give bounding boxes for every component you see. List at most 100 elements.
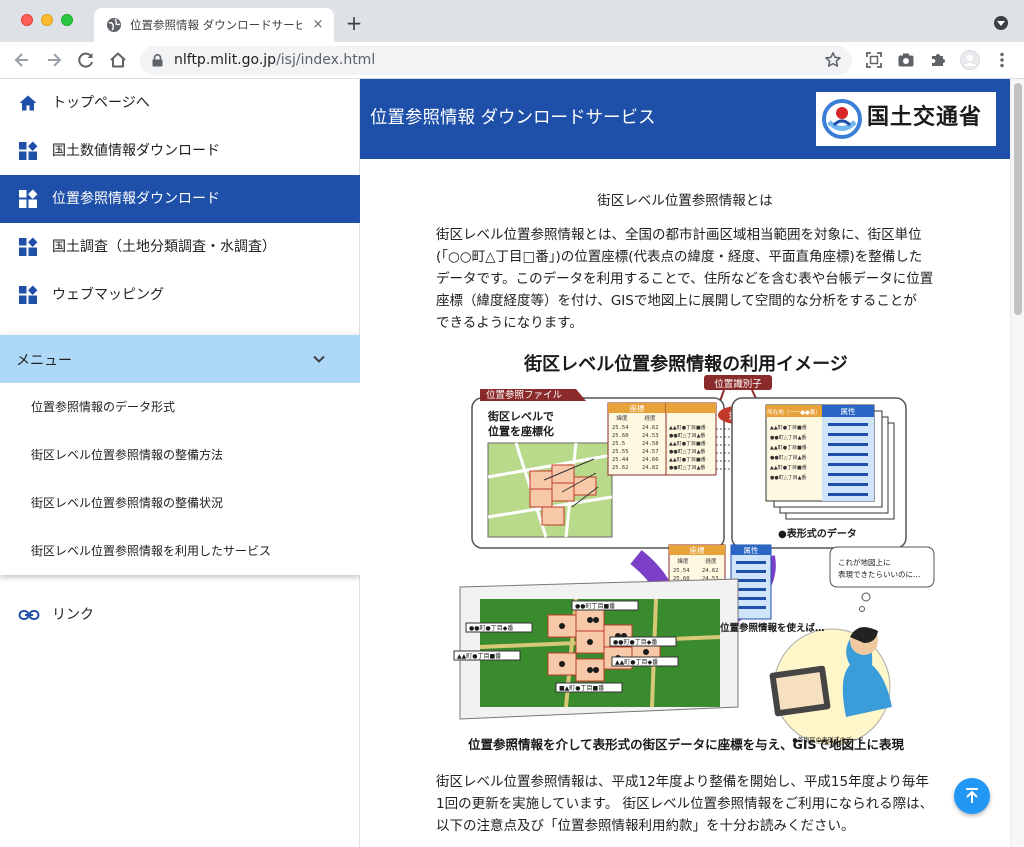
svg-text:●●町△丁目▲番: ●●町△丁目▲番 — [669, 432, 705, 439]
chevron-down-icon — [313, 355, 325, 363]
globe-icon — [107, 18, 121, 32]
svg-text:▲▲町●丁目■番: ▲▲町●丁目■番 — [669, 440, 706, 447]
dashboard-icon — [19, 237, 38, 256]
arrow-up-to-top-icon — [966, 788, 978, 803]
kebab-menu-icon[interactable] — [992, 50, 1012, 70]
menu-panel: メニュー 位置参照情報のデータ形式 街区レベル位置参照情報の整備方法 街区レベル… — [0, 335, 360, 575]
profile-avatar-icon[interactable] — [960, 50, 980, 70]
update-paragraph: 街区レベル位置参照情報は、平成12年度より整備を開始し、平成15年度より毎年1回… — [436, 774, 934, 834]
browser-toolbar: nlftp.mlit.go.jp/isj/index.html — [0, 42, 1024, 79]
svg-text:24.82: 24.82 — [642, 465, 659, 471]
mlit-logo[interactable]: 国土交通省 — [816, 92, 996, 146]
menu-toggle[interactable]: メニュー — [0, 335, 360, 383]
link-icon — [18, 610, 40, 620]
figure-caption: 位置参照情報を介して表形式の街区データに座標を与え、GISで地図上に表現 — [468, 737, 905, 752]
url-host: nlftp.mlit.go.jp — [174, 52, 277, 68]
map-label: ▲▲町●丁目◆番 — [615, 659, 658, 666]
browser-tab[interactable]: 位置参照情報 ダウンロードサービス × — [94, 8, 334, 42]
page-header: 位置参照情報 ダウンロードサービス 国土交通省 — [360, 79, 1010, 159]
sidebar-item-label: トップページへ — [52, 95, 150, 111]
scrollbar-thumb[interactable] — [1014, 83, 1022, 315]
menu-item-services[interactable]: 街区レベル位置参照情報を利用したサービス — [0, 527, 360, 575]
map-label: ●●町●丁目◆番 — [613, 639, 657, 646]
dashboard-icon — [19, 285, 38, 304]
sidebar-item-web-mapping[interactable]: ウェブマッピング — [0, 271, 360, 319]
page-title: 位置参照情報 ダウンロードサービス — [370, 108, 656, 128]
menu-item-maintenance-status[interactable]: 街区レベル位置参照情報の整備状況 — [0, 479, 360, 527]
intro-paragraph: 街区レベル位置参照情報とは、全国の都市計画区域相当範囲を対象に、街区単位(「○○… — [436, 227, 934, 331]
main-content: 位置参照情報 ダウンロードサービス 国土交通省 街区レベル位置参照情報とは 街区… — [360, 79, 1010, 847]
address-bar[interactable]: nlftp.mlit.go.jp/isj/index.html — [140, 46, 852, 75]
identifier-label: 位置識別子 — [714, 378, 762, 390]
bookmark-star-icon[interactable] — [824, 51, 842, 69]
svg-text:●●町△丁目▲番: ●●町△丁目▲番 — [770, 434, 806, 441]
window-close-button[interactable] — [21, 14, 33, 26]
svg-text:▲▲町●丁目■番: ▲▲町●丁目■番 — [770, 424, 807, 431]
svg-text:24.53: 24.53 — [642, 433, 659, 439]
figure-title: 街区レベル位置参照情報の利用イメージ — [523, 353, 848, 375]
coord-header: 座標 — [630, 403, 645, 413]
col-lat: 緯度 — [616, 414, 628, 422]
screen-capture-icon[interactable] — [864, 50, 884, 70]
svg-text:25.55: 25.55 — [612, 449, 629, 455]
logo-text: 国土交通省 — [867, 105, 983, 130]
scroll-to-top-button[interactable] — [954, 778, 990, 814]
home-icon[interactable] — [108, 50, 128, 70]
svg-text:24.66: 24.66 — [642, 457, 659, 463]
sidebar-item-position-reference[interactable]: 位置参照情報ダウンロード — [0, 175, 360, 223]
sidebar: トップページへ 国土数値情報ダウンロード 位置参照情報ダウンロード 国土調査（土… — [0, 79, 360, 847]
svg-text:25.54: 25.54 — [673, 568, 690, 574]
extensions-puzzle-icon[interactable] — [928, 50, 948, 70]
lock-icon[interactable] — [152, 54, 163, 67]
forward-arrow-icon[interactable] — [44, 50, 64, 70]
use-label: 位置参照情報を使えば… — [720, 622, 825, 634]
sidebar-item-national-land-data[interactable]: 国土数値情報ダウンロード — [0, 127, 360, 175]
tab-close-icon[interactable]: × — [310, 17, 326, 33]
svg-text:●●町△丁目▲番: ●●町△丁目▲番 — [770, 454, 806, 461]
dashboard-icon — [19, 189, 38, 208]
page-scrollbar[interactable] — [1010, 79, 1024, 847]
section-title: 街区レベル位置参照情報とは — [597, 193, 773, 209]
thought-line2: 表現できたらいいのに… — [838, 569, 921, 579]
svg-text:▲▲町●丁目■番: ▲▲町●丁目■番 — [770, 464, 807, 471]
file-desc-line2: 位置を座標化 — [488, 424, 554, 438]
map-label: ●●町丁目■番 — [575, 603, 615, 610]
menu-item-data-format[interactable]: 位置参照情報のデータ形式 — [0, 383, 360, 431]
map-label: ●●町●丁目◆番 — [469, 625, 513, 632]
url-text[interactable]: nlftp.mlit.go.jp/isj/index.html — [174, 52, 375, 69]
center-attr-header: 属性 — [744, 545, 759, 555]
reload-icon[interactable] — [76, 50, 96, 70]
svg-text:●●町△丁目▲番: ●●町△丁目▲番 — [669, 464, 705, 471]
sidebar-item-links[interactable]: リンク — [0, 591, 360, 639]
sidebar-item-label: 国土数値情報ダウンロード — [52, 143, 220, 159]
new-tab-button[interactable]: + — [344, 13, 364, 33]
tab-title: 位置参照情報 ダウンロードサービス — [130, 18, 302, 32]
svg-text:24.62: 24.62 — [702, 568, 719, 574]
window-zoom-button[interactable] — [61, 14, 73, 26]
sidebar-item-land-survey[interactable]: 国土調査（土地分類調査・水調査） — [0, 223, 360, 271]
sidebar-item-label: 位置参照情報ダウンロード — [52, 191, 220, 207]
thought-line1: これが地図上に — [838, 557, 891, 567]
menu-item-label: 位置参照情報のデータ形式 — [31, 400, 176, 414]
file-desc-line1: 街区レベルで — [487, 409, 554, 423]
sidebar-item-top-page[interactable]: トップページへ — [0, 79, 360, 127]
window-minimize-button[interactable] — [41, 14, 53, 26]
usage-image-figure: 街区レベル位置参照情報の利用イメージ 位置識別子 位置参照ファイル 街区レベルで… — [453, 353, 935, 752]
sidebar-item-label: 国土調査（土地分類調査・水調査） — [52, 239, 276, 255]
addr-col-header: 所在地（ーー●●番） — [767, 408, 821, 416]
menu-item-maintenance-method[interactable]: 街区レベル位置参照情報の整備方法 — [0, 431, 360, 479]
svg-text:24.58: 24.58 — [642, 441, 659, 447]
svg-text:緯度: 緯度 — [677, 557, 689, 565]
tab-search-icon[interactable] — [994, 16, 1008, 30]
browser-tabbar: 位置参照情報 ダウンロードサービス × + — [0, 0, 1024, 42]
file-label: 位置参照ファイル — [486, 389, 563, 401]
svg-text:▲▲町●丁目■番: ▲▲町●丁目■番 — [669, 424, 706, 431]
sidebar-item-label: ウェブマッピング — [52, 287, 164, 303]
attr-header: 属性 — [841, 406, 856, 416]
back-arrow-icon[interactable] — [12, 50, 32, 70]
svg-text:24.57: 24.57 — [642, 449, 659, 455]
svg-text:25.62: 25.62 — [612, 465, 629, 471]
center-coord-header: 座標 — [690, 545, 705, 555]
svg-text:●●町△丁目▲番: ●●町△丁目▲番 — [770, 474, 806, 481]
camera-icon[interactable] — [896, 50, 916, 70]
